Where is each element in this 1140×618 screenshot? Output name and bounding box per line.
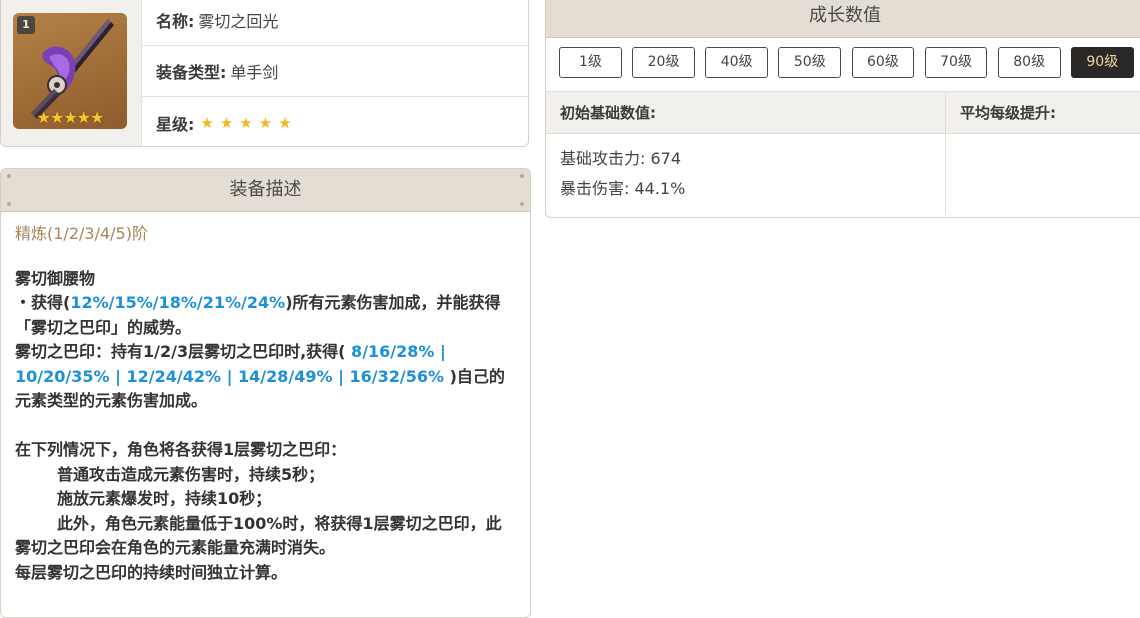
level-button-90[interactable]: 90级 (1070, 47, 1134, 78)
stats-table-body: 基础攻击力: 674 暴击伤害: 44.1% (546, 134, 1140, 215)
star-rating-icon: ★★★★★ (200, 113, 298, 132)
passive-effect-2: 雾切之巴印：持有1/2/3层雾切之巴印时,获得( 8/16/28% | 10/2… (15, 340, 516, 414)
crit-damage-stat: 暴击伤害: 44.1% (560, 179, 686, 198)
stats-table-header: 初始基础数值: 平均每级提升: (546, 92, 1140, 134)
base-values-column-header: 初始基础数值: (546, 92, 946, 133)
corner-dot-icon (7, 202, 11, 206)
level-button-40[interactable]: 40级 (705, 47, 769, 78)
corner-dot-icon (520, 174, 524, 178)
stack-conditions-intro: 在下列情况下，角色将各获得1层雾切之巴印： (15, 440, 347, 459)
base-attack-stat: 基础攻击力: 674 (560, 149, 682, 168)
growth-panel-header: 成长数值 (546, 0, 1140, 38)
passive-effect-2-text: 雾切之巴印：持有1/2/3层雾切之巴印时,获得( (15, 342, 346, 361)
corner-dot-icon (520, 202, 524, 206)
level-button-80[interactable]: 80级 (997, 47, 1061, 78)
level-button-60[interactable]: 60级 (851, 47, 915, 78)
passive-effect-1: ・获得(12%/15%/18%/21%/24%)所有元素伤害加成，并能获得「雾切… (15, 291, 516, 340)
description-panel: 装备描述 精炼(1/2/3/4/5)阶 雾切御腰物 ・获得(12%/15%/18… (0, 168, 531, 618)
weapon-info-card: 1 ★★★★★ 名称: 雾切之回光 装备类型: 单手剑 星级: ★★★★★ (0, 0, 529, 147)
growth-panel-title: 成长数值 (809, 5, 881, 26)
description-panel-header: 装备描述 (1, 169, 530, 212)
passive-effect-1-text: ・获得( (15, 293, 71, 312)
avg-increase-column-header: 平均每级提升: (960, 104, 1056, 122)
avg-increase-cell (946, 134, 1140, 215)
weapon-name-row: 名称: 雾切之回光 (142, 0, 528, 46)
weapon-icon-column: 1 ★★★★★ (1, 0, 142, 146)
weapon-rarity-row: 星级: ★★★★★ (142, 97, 528, 146)
growth-values-panel: 成长数值 1级 20级 40级 50级 60级 70级 80级 90级 初始基础… (545, 0, 1140, 218)
level-selector: 1级 20级 40级 50级 60级 70级 80级 90级 (546, 38, 1140, 78)
passive-effect-1-values: 12%/15%/18%/21%/24% (70, 293, 286, 312)
stack-condition-3: 此外，角色元素能量低于100%时，将获得1层雾切之巴印，此雾切之巴印会在角色的元… (15, 512, 516, 561)
weapon-type-value: 单手剑 (230, 63, 279, 82)
stack-condition-3-text: 此外，角色元素能量低于100%时，将获得1层雾切之巴印，此雾切之巴印会在角色的元… (15, 513, 502, 558)
stack-condition-1: 普通攻击造成元素伤害时，持续5秒； (57, 464, 325, 484)
thumbnail-star-rating: ★★★★★ (36, 108, 105, 127)
weapon-type-row: 装备类型: 单手剑 (142, 46, 528, 97)
weapon-name-value: 雾切之回光 (198, 12, 279, 31)
weapon-name-label: 名称: (156, 12, 195, 31)
stack-condition-2: 施放元素爆发时，持续10秒； (57, 489, 272, 508)
corner-dot-icon (7, 174, 11, 178)
stack-duration-note: 每层雾切之巴印的持续时间独立计算。 (15, 562, 288, 582)
weapon-info-rows: 名称: 雾切之回光 装备类型: 单手剑 星级: ★★★★★ (142, 0, 528, 146)
weapon-type-label: 装备类型: (156, 63, 227, 82)
level-badge: 1 (17, 16, 35, 34)
level-button-20[interactable]: 20级 (632, 47, 695, 78)
base-values-cell: 基础攻击力: 674 暴击伤害: 44.1% (546, 134, 946, 215)
skill-name: 雾切御腰物 (15, 268, 96, 288)
level-button-1[interactable]: 1级 (559, 47, 622, 78)
weapon-rarity-label: 星级: (156, 114, 195, 134)
level-button-70[interactable]: 70级 (924, 47, 988, 78)
stats-table: 初始基础数值: 平均每级提升: 基础攻击力: 674 暴击伤害: 44.1% (546, 91, 1140, 217)
description-panel-title: 装备描述 (229, 179, 302, 200)
weapon-thumbnail: 1 ★★★★★ (13, 13, 127, 129)
refinement-levels: 精炼(1/2/3/4/5)阶 (15, 224, 148, 243)
level-button-50[interactable]: 50级 (778, 47, 842, 78)
description-body: 精炼(1/2/3/4/5)阶 雾切御腰物 ・获得(12%/15%/18%/21%… (1, 212, 530, 585)
